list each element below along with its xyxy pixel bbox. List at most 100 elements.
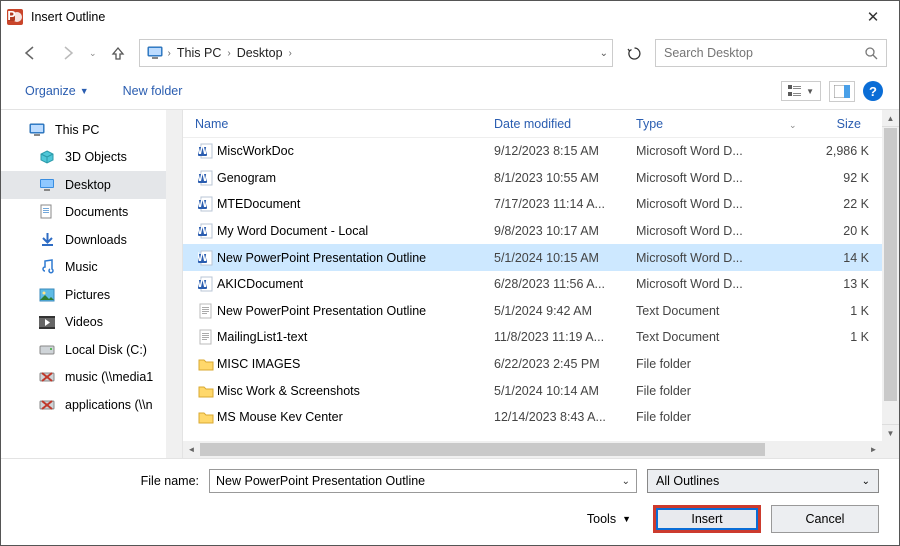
tree-this-pc[interactable]: This PC: [1, 116, 182, 144]
file-date: 9/8/2023 10:17 AM: [494, 224, 636, 238]
file-row[interactable]: MISC IMAGES6/22/2023 2:45 PMFile folder: [183, 351, 899, 378]
file-date: 6/28/2023 11:56 A...: [494, 277, 636, 291]
tools-menu[interactable]: Tools ▼: [587, 512, 631, 526]
file-row[interactable]: WNew PowerPoint Presentation Outline5/1/…: [183, 244, 899, 271]
address-bar[interactable]: › This PC › Desktop › ⌄: [139, 39, 613, 67]
tree-item-3d-objects[interactable]: 3D Objects: [1, 144, 182, 172]
tree-item-desktop[interactable]: Desktop: [1, 171, 182, 199]
tree-item-pictures[interactable]: Pictures: [1, 281, 182, 309]
scroll-thumb[interactable]: [884, 128, 897, 401]
file-name-combo[interactable]: New PowerPoint Presentation Outline ⌄: [209, 469, 637, 493]
file-row[interactable]: MS Mouse Kev Center12/14/2023 8:43 A...F…: [183, 404, 899, 431]
tree-item-downloads[interactable]: Downloads: [1, 226, 182, 254]
file-type: Microsoft Word D...: [636, 197, 783, 211]
tree-item-music[interactable]: Music: [1, 254, 182, 282]
preview-pane-button[interactable]: [829, 81, 855, 102]
file-name: Misc Work & Screenshots: [217, 384, 494, 398]
refresh-button[interactable]: [617, 39, 651, 67]
tree-label: Desktop: [65, 178, 111, 192]
chevron-down-icon[interactable]: ⌄: [862, 476, 870, 487]
chevron-icon[interactable]: ›: [287, 48, 294, 59]
vertical-scrollbar[interactable]: ▲ ▼: [882, 110, 899, 441]
help-button[interactable]: ?: [863, 81, 883, 101]
scroll-down-icon[interactable]: ▼: [882, 424, 899, 441]
svg-text:P: P: [7, 9, 15, 23]
cancel-button[interactable]: Cancel: [771, 505, 879, 533]
toolbar: Organize ▼ New folder ▼ ?: [1, 73, 899, 109]
search-input[interactable]: [664, 46, 864, 60]
file-name: MTEDocument: [217, 197, 494, 211]
tree-scrollbar[interactable]: [166, 110, 182, 458]
dialog-footer: File name: New PowerPoint Presentation O…: [1, 459, 899, 545]
insert-button[interactable]: Insert: [653, 505, 761, 533]
col-type[interactable]: Type: [636, 117, 783, 131]
chevron-icon[interactable]: ›: [225, 48, 232, 59]
text-icon: [195, 303, 217, 319]
file-type: Microsoft Word D...: [636, 224, 783, 238]
tree-label: applications (\\n: [65, 398, 153, 412]
tree-item-music-media1[interactable]: music (\\media1: [1, 364, 182, 392]
file-row[interactable]: WMiscWorkDoc9/12/2023 8:15 AMMicrosoft W…: [183, 138, 899, 165]
nav-bar: ⌄ › This PC › Desktop › ⌄: [1, 33, 899, 73]
insert-label: Insert: [691, 512, 722, 526]
search-box[interactable]: [655, 39, 887, 67]
file-row[interactable]: MailingList1-text11/8/2023 11:19 A...Tex…: [183, 324, 899, 351]
chevron-down-icon: ▼: [806, 87, 814, 96]
tree-label: Documents: [65, 205, 128, 219]
chevron-down-icon[interactable]: ⌄: [622, 476, 630, 487]
file-type-filter[interactable]: All Outlines ⌄: [647, 469, 879, 493]
tree-item-applications-n[interactable]: applications (\\n: [1, 391, 182, 419]
file-date: 5/1/2024 10:14 AM: [494, 384, 636, 398]
tree-label: Local Disk (C:): [65, 343, 147, 357]
scroll-up-icon[interactable]: ▲: [882, 110, 899, 127]
close-button[interactable]: ✕: [853, 8, 893, 26]
file-type: Microsoft Word D...: [636, 251, 783, 265]
titlebar: P Insert Outline ✕: [1, 1, 899, 33]
new-folder-button[interactable]: New folder: [123, 84, 183, 98]
file-row[interactable]: Misc Work & Screenshots5/1/2024 10:14 AM…: [183, 377, 899, 404]
music-icon: [39, 259, 55, 275]
word-icon: W: [195, 250, 217, 266]
file-date: 5/1/2024 9:42 AM: [494, 304, 636, 318]
col-name[interactable]: Name: [195, 117, 494, 131]
list-icon: [788, 84, 802, 98]
download-icon: [39, 232, 55, 247]
cancel-label: Cancel: [806, 512, 845, 526]
back-button[interactable]: [13, 39, 47, 67]
address-drop-icon[interactable]: ⌄: [600, 48, 608, 59]
scroll-right-icon[interactable]: ►: [865, 445, 882, 454]
file-row[interactable]: WMTEDocument7/17/2023 11:14 A...Microsof…: [183, 191, 899, 218]
file-row[interactable]: WAKICDocument6/28/2023 11:56 A...Microso…: [183, 271, 899, 298]
tree-label: Downloads: [65, 233, 127, 247]
file-name: MailingList1-text: [217, 330, 494, 344]
pc-icon: [29, 123, 45, 137]
desktop-icon: [39, 178, 55, 192]
word-icon: W: [195, 143, 217, 159]
col-date[interactable]: Date modified: [494, 117, 636, 131]
scroll-left-icon[interactable]: ◄: [183, 445, 200, 454]
hscroll-thumb[interactable]: [200, 443, 765, 456]
nav-tree[interactable]: This PC 3D Objects Desktop Documents Downlo…: [1, 110, 183, 458]
forward-button[interactable]: [51, 39, 85, 67]
organize-menu[interactable]: Organize ▼: [25, 84, 89, 98]
scroll-corner: [882, 441, 899, 458]
breadcrumb-desktop[interactable]: Desktop: [233, 46, 287, 60]
horizontal-scrollbar[interactable]: ◄ ►: [183, 441, 882, 458]
file-row[interactable]: WMy Word Document - Local9/8/2023 10:17 …: [183, 218, 899, 245]
recent-drop[interactable]: ⌄: [89, 48, 97, 59]
up-button[interactable]: [101, 39, 135, 67]
tree-item-local-disk-c-[interactable]: Local Disk (C:): [1, 336, 182, 364]
svg-text:W: W: [198, 196, 209, 210]
file-row[interactable]: WGenogram8/1/2023 10:55 AMMicrosoft Word…: [183, 165, 899, 192]
file-type: Microsoft Word D...: [636, 171, 783, 185]
file-name: MISC IMAGES: [217, 357, 494, 371]
chevron-icon[interactable]: ›: [166, 48, 173, 59]
file-date: 11/8/2023 11:19 A...: [494, 330, 636, 344]
view-mode-button[interactable]: ▼: [781, 81, 821, 101]
tree-item-documents[interactable]: Documents: [1, 199, 182, 227]
chevron-down-icon: ▼: [622, 514, 631, 524]
tree-item-videos[interactable]: Videos: [1, 309, 182, 337]
breadcrumb-this-pc[interactable]: This PC: [173, 46, 225, 60]
file-row[interactable]: New PowerPoint Presentation Outline5/1/2…: [183, 298, 899, 325]
filter-value: All Outlines: [656, 474, 719, 488]
